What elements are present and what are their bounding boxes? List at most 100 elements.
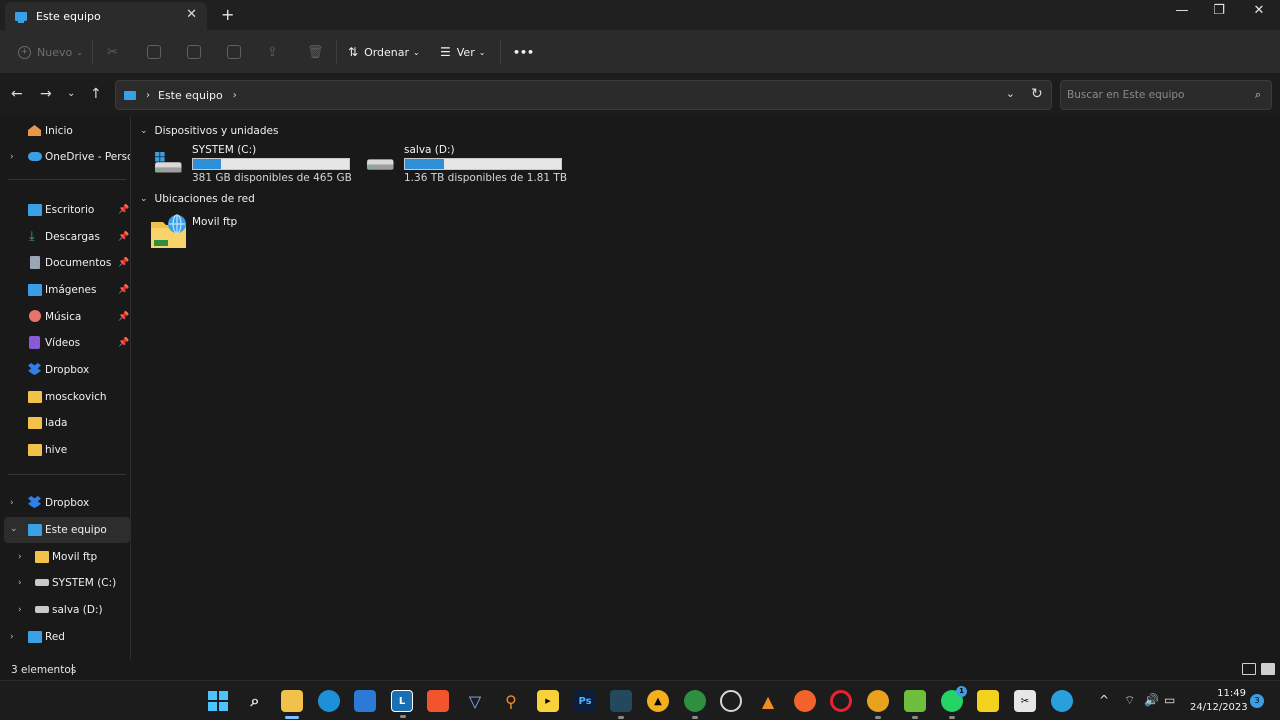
- search-icon[interactable]: ⌕: [244, 690, 266, 712]
- chevron-down-icon[interactable]: ⌄: [10, 524, 18, 534]
- close-button[interactable]: ✕: [1239, 3, 1279, 25]
- breadcrumb-chevron-icon[interactable]: ›: [146, 90, 150, 101]
- copy-button[interactable]: [147, 42, 161, 62]
- chevron-down-icon[interactable]: ⌄: [140, 126, 148, 136]
- chevron-down-icon[interactable]: ⌄: [140, 194, 148, 204]
- view-button[interactable]: ☰ Ver ⌄: [440, 42, 485, 62]
- sidebar-item-videos[interactable]: Vídeos 📌: [4, 330, 130, 356]
- store-icon[interactable]: [354, 690, 376, 712]
- tab-este-equipo[interactable]: Este equipo ✕: [5, 2, 207, 30]
- terminal-app-icon[interactable]: [610, 690, 632, 719]
- sidebar-item-hive[interactable]: hive: [4, 437, 130, 463]
- obs-icon[interactable]: [720, 690, 742, 712]
- address-bar[interactable]: › Este equipo › ⌄: [115, 80, 1052, 110]
- proton-vpn-icon[interactable]: ▽: [464, 690, 486, 712]
- more-options-button[interactable]: •••: [513, 42, 534, 62]
- sidebar-item-lada[interactable]: lada: [4, 410, 130, 436]
- volume-icon[interactable]: 🔊: [1144, 693, 1159, 707]
- battery-icon[interactable]: ▭: [1164, 693, 1175, 707]
- sidebar-item-dropbox-quick[interactable]: Dropbox: [4, 357, 130, 383]
- sidebar-item-musica[interactable]: Música 📌: [4, 304, 130, 330]
- clock[interactable]: 11:49 24/12/2023: [1190, 687, 1248, 715]
- details-view-icon[interactable]: [1242, 663, 1256, 675]
- globe-app-icon[interactable]: [684, 690, 706, 719]
- photoshop-icon[interactable]: Ps: [574, 690, 596, 712]
- breadcrumb-chevron-icon[interactable]: ›: [233, 90, 237, 101]
- player-icon[interactable]: ▶: [537, 690, 559, 712]
- breadcrumb-este-equipo[interactable]: Este equipo: [158, 89, 223, 102]
- chevron-right-icon[interactable]: ›: [18, 605, 22, 615]
- refresh-icon[interactable]: ↻: [1031, 86, 1043, 102]
- sidebar-item-this-pc[interactable]: ⌄ Este equipo: [4, 517, 130, 543]
- sidebar-item-home[interactable]: Inicio: [4, 118, 130, 144]
- rename-button[interactable]: [227, 42, 241, 62]
- sidebar-item-documentos[interactable]: Documentos 📌: [4, 250, 130, 276]
- delete-button[interactable]: 🗑: [307, 42, 324, 62]
- new-button[interactable]: + Nuevo ⌄: [18, 42, 83, 62]
- start-windows-icon[interactable]: [207, 690, 229, 712]
- network-location-movil-ftp[interactable]: Movil ftp: [150, 214, 270, 254]
- firefox-icon[interactable]: [794, 690, 816, 712]
- pin-icon[interactable]: 📌: [118, 232, 129, 242]
- chevron-right-icon[interactable]: ›: [10, 152, 14, 162]
- capcut-icon[interactable]: ✂: [1014, 690, 1036, 712]
- sort-button[interactable]: ⇅ Ordenar ⌄: [348, 42, 420, 62]
- group-header-devices[interactable]: ⌄ Dispositivos y unidades: [140, 125, 278, 137]
- edge-icon[interactable]: [318, 690, 340, 712]
- back-arrow-icon[interactable]: ←: [11, 86, 23, 102]
- pin-icon[interactable]: 📌: [118, 338, 129, 348]
- maximize-button[interactable]: ❐: [1199, 3, 1239, 25]
- sidebar-item-escritorio[interactable]: Escritorio 📌: [4, 197, 130, 223]
- notification-badge[interactable]: 3: [1250, 694, 1264, 708]
- sidebar-item-onedrive[interactable]: › OneDrive - Personal: [4, 144, 130, 170]
- tiles-view-icon[interactable]: [1261, 663, 1275, 675]
- chevron-right-icon[interactable]: ›: [10, 498, 14, 508]
- recent-chevron-down-icon[interactable]: ⌄: [67, 88, 75, 99]
- sidebar-item-salva-d[interactable]: › salva (D:): [4, 597, 130, 623]
- pin-icon[interactable]: 📌: [118, 205, 129, 215]
- pin-icon[interactable]: 📌: [118, 285, 129, 295]
- brave-icon[interactable]: [427, 690, 449, 712]
- sticky-notes-icon[interactable]: [977, 690, 999, 712]
- search-icon[interactable]: ⌕: [1255, 88, 1261, 102]
- chevron-right-icon[interactable]: ›: [10, 632, 14, 642]
- sidebar-item-descargas[interactable]: ⤓ Descargas 📌: [4, 224, 130, 250]
- sidebar-item-dropbox[interactable]: › Dropbox: [4, 490, 130, 516]
- sidebar-item-movil-ftp[interactable]: › Movil ftp: [4, 544, 130, 570]
- sidebar-item-imagenes[interactable]: Imágenes 📌: [4, 277, 130, 303]
- tray-chevron-up-icon[interactable]: ^: [1099, 693, 1109, 707]
- paste-button[interactable]: [187, 42, 201, 62]
- vlc-icon[interactable]: ▲: [757, 690, 779, 712]
- chrome-icon[interactable]: [867, 690, 889, 719]
- share-button[interactable]: ⇪: [267, 42, 278, 62]
- chevron-right-icon[interactable]: ›: [18, 552, 22, 562]
- sidebar-item-label: hive: [45, 444, 68, 456]
- libreoffice-icon[interactable]: L: [391, 690, 413, 718]
- forward-arrow-icon[interactable]: →: [40, 86, 52, 102]
- whatsapp-icon[interactable]: 1: [941, 686, 967, 719]
- sidebar-item-network[interactable]: › Red: [4, 624, 130, 650]
- group-header-network[interactable]: ⌄ Ubicaciones de red: [140, 193, 255, 205]
- opera-icon[interactable]: [830, 690, 852, 712]
- up-arrow-icon[interactable]: ↑: [90, 86, 102, 102]
- pin-icon[interactable]: 📌: [118, 312, 129, 322]
- telegram-icon[interactable]: [1051, 690, 1073, 712]
- drive-item-d[interactable]: salva (D:) 1.36 TB disponibles de 1.81 T…: [362, 144, 572, 184]
- file-explorer-icon[interactable]: [281, 690, 303, 719]
- sidebar-item-mosckovich[interactable]: mosckovich: [4, 384, 130, 410]
- aimp-icon[interactable]: ▲: [647, 690, 669, 712]
- tab-close-icon[interactable]: ✕: [186, 7, 197, 22]
- bluestacks-icon[interactable]: [904, 690, 926, 719]
- pin-icon[interactable]: 📌: [118, 258, 129, 268]
- drive-item-c[interactable]: SYSTEM (C:) 381 GB disponibles de 465 GB: [150, 144, 360, 184]
- new-tab-button[interactable]: +: [221, 5, 234, 24]
- search-box[interactable]: ⌕: [1060, 80, 1272, 110]
- wifi-icon[interactable]: ⌔: [1124, 693, 1135, 708]
- chevron-right-icon[interactable]: ›: [18, 578, 22, 588]
- cut-button[interactable]: ✂: [107, 42, 118, 62]
- search-input[interactable]: [1067, 87, 1247, 103]
- sidebar-item-system-c[interactable]: › SYSTEM (C:): [4, 570, 130, 596]
- search-tool-icon[interactable]: ⚲: [500, 690, 522, 712]
- minimize-button[interactable]: —: [1162, 3, 1202, 25]
- address-dropdown-icon[interactable]: ⌄: [1006, 87, 1015, 100]
